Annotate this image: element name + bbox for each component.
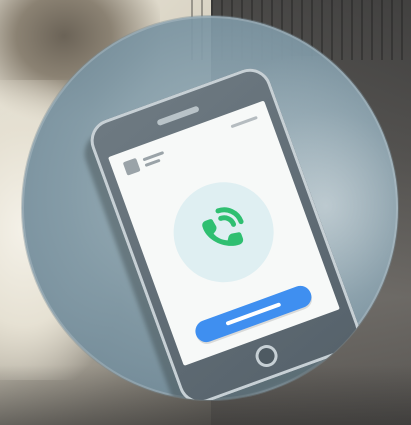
earpiece-speaker [156,105,200,127]
contact-avatar-icon [122,157,141,176]
tinted-circle-badge [22,16,398,400]
answer-button[interactable] [192,282,315,346]
illustration-scene [0,0,411,425]
call-time-placeholder [230,115,258,129]
answer-button-bar [225,302,282,326]
incoming-call-icon-circle [159,168,288,297]
caller-name-placeholder [142,150,166,167]
phone-handset-icon [202,207,244,246]
home-button[interactable] [252,341,281,371]
caller-info [122,148,167,176]
signal-wave-inner [218,215,237,227]
